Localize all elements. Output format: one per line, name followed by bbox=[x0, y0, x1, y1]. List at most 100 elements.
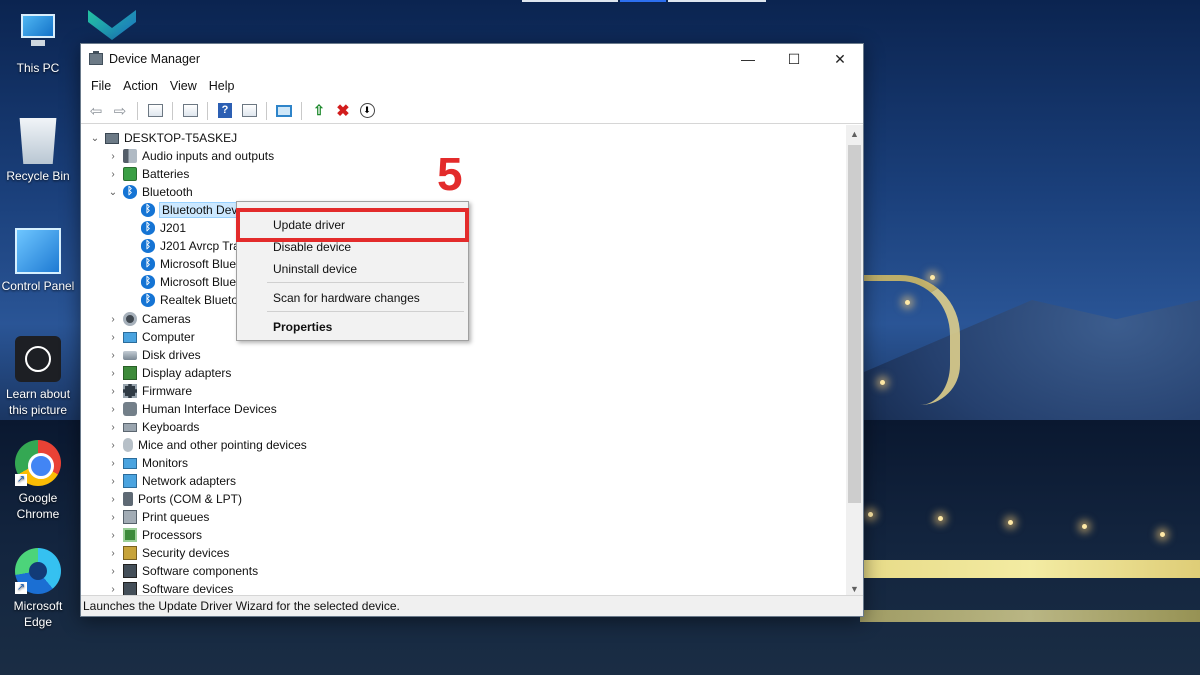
desktop-icon-recycle-bin[interactable]: Recycle Bin bbox=[0, 118, 76, 184]
close-button[interactable]: ✕ bbox=[817, 44, 863, 74]
chrome-icon: ↗ bbox=[15, 440, 61, 486]
scan-hardware-button[interactable] bbox=[273, 101, 295, 121]
tree-category[interactable]: › Print queues bbox=[107, 508, 209, 526]
tree-category[interactable]: › Processors bbox=[107, 526, 202, 544]
street-lamp bbox=[938, 516, 943, 521]
tree-root-label: DESKTOP-T5ASKEJ bbox=[124, 131, 238, 145]
bluetooth-icon: ᛒ bbox=[141, 203, 155, 217]
desktop-icon-microsoft-edge[interactable]: ↗ Microsoft Edge bbox=[0, 548, 76, 630]
computer-icon bbox=[105, 132, 119, 144]
chevron-right-icon[interactable]: › bbox=[107, 512, 119, 523]
desktop-icon-this-pc[interactable]: This PC bbox=[0, 10, 76, 76]
toolbar: ⇦ ⇨ ? ⇧ ✖ ⬇ bbox=[81, 98, 863, 124]
device-manager-icon bbox=[89, 51, 103, 65]
help-icon: ? bbox=[218, 103, 232, 118]
disable-button[interactable]: ⬇ bbox=[356, 101, 378, 121]
desktop-icon-learn-about-picture[interactable]: Learn about this picture bbox=[0, 336, 76, 418]
properties-button[interactable] bbox=[179, 101, 201, 121]
tree-category[interactable]: › Software components bbox=[107, 562, 258, 580]
desktop-icon-google-chrome[interactable]: ↗ Google Chrome bbox=[0, 440, 76, 522]
chevron-right-icon[interactable]: › bbox=[107, 169, 119, 180]
chevron-right-icon[interactable]: › bbox=[107, 566, 119, 577]
tree-category[interactable]: › Computer bbox=[107, 328, 194, 346]
forward-arrow-icon[interactable]: ⇨ bbox=[109, 101, 131, 121]
tree-category[interactable]: › Firmware bbox=[107, 382, 192, 400]
back-arrow-icon[interactable]: ⇦ bbox=[85, 101, 107, 121]
tree-category[interactable]: › Display adapters bbox=[107, 364, 231, 382]
chevron-down-icon[interactable]: ⌄ bbox=[107, 187, 119, 198]
chevron-down-icon[interactable]: ⌄ bbox=[89, 133, 101, 144]
tree-category[interactable]: › Security devices bbox=[107, 544, 229, 562]
category-label: Keyboards bbox=[142, 420, 200, 434]
chevron-right-icon[interactable]: › bbox=[107, 151, 119, 162]
category-label: Firmware bbox=[142, 384, 192, 398]
menu-help[interactable]: Help bbox=[203, 79, 241, 93]
category-label: Cameras bbox=[142, 312, 191, 326]
uninstall-button[interactable]: ✖ bbox=[332, 101, 354, 121]
chevron-right-icon[interactable]: › bbox=[107, 530, 119, 541]
tree-root[interactable]: ⌄ DESKTOP-T5ASKEJ bbox=[89, 129, 237, 147]
menu-item-scan-hardware[interactable]: Scan for hardware changes bbox=[237, 287, 468, 309]
bluetooth-icon: ᛒ bbox=[141, 257, 155, 271]
menu-item-properties[interactable]: Properties bbox=[237, 316, 468, 338]
show-hide-tree-button[interactable] bbox=[144, 101, 166, 121]
tree-category[interactable]: › Keyboards bbox=[107, 418, 199, 436]
tree-category[interactable]: › Disk drives bbox=[107, 346, 201, 364]
help-button[interactable]: ? bbox=[214, 101, 236, 121]
tree-category[interactable]: › Human Interface Devices bbox=[107, 400, 277, 418]
chevron-right-icon[interactable]: › bbox=[107, 386, 119, 397]
menu-item-uninstall-device[interactable]: Uninstall device bbox=[237, 258, 468, 280]
menu-action[interactable]: Action bbox=[117, 79, 164, 93]
chevron-right-icon[interactable]: › bbox=[107, 368, 119, 379]
tree-category-bluetooth[interactable]: ⌄ ᛒ Bluetooth bbox=[107, 183, 193, 201]
chevron-right-icon[interactable]: › bbox=[107, 440, 119, 451]
maximize-button[interactable]: ☐ bbox=[771, 44, 817, 74]
menu-separator bbox=[267, 282, 464, 283]
scrollbar-thumb[interactable] bbox=[848, 145, 861, 503]
chevron-right-icon[interactable]: › bbox=[107, 314, 119, 325]
chevron-right-icon[interactable]: › bbox=[107, 422, 119, 433]
minimize-button[interactable]: — bbox=[725, 44, 771, 74]
tree-category[interactable]: › Batteries bbox=[107, 165, 189, 183]
vertical-scrollbar[interactable]: ▲ ▼ bbox=[846, 125, 863, 597]
category-label: Disk drives bbox=[142, 348, 201, 362]
category-label: Software components bbox=[142, 564, 259, 578]
tree-category[interactable]: › Cameras bbox=[107, 310, 191, 328]
title-bar[interactable]: Device Manager — ☐ ✕ bbox=[81, 44, 863, 74]
category-label: Processors bbox=[142, 528, 203, 542]
chevron-right-icon[interactable]: › bbox=[107, 332, 119, 343]
tree-category[interactable]: › Ports (COM & LPT) bbox=[107, 490, 242, 508]
chevron-right-icon[interactable]: › bbox=[107, 350, 119, 361]
chevron-right-icon[interactable]: › bbox=[107, 584, 119, 595]
menu-separator bbox=[267, 311, 464, 312]
tree-category[interactable]: › Mice and other pointing devices bbox=[107, 436, 307, 454]
chevron-right-icon[interactable]: › bbox=[107, 458, 119, 469]
desktop-icon-label: Microsoft Edge bbox=[13, 599, 63, 629]
chevron-right-icon[interactable]: › bbox=[107, 494, 119, 505]
recycle-bin-icon bbox=[19, 118, 57, 164]
tree-category[interactable]: › Monitors bbox=[107, 454, 188, 472]
menu-file[interactable]: File bbox=[85, 79, 117, 93]
properties-icon bbox=[182, 104, 198, 117]
tree-category[interactable]: › Audio inputs and outputs bbox=[107, 147, 274, 165]
monitor-icon bbox=[123, 331, 137, 343]
control-panel-icon bbox=[15, 228, 61, 274]
tree-device[interactable]: ᛒ J201 bbox=[137, 219, 186, 237]
window-title: Device Manager bbox=[109, 52, 201, 66]
bluetooth-icon: ᛒ bbox=[141, 239, 155, 253]
chevron-right-icon[interactable]: › bbox=[107, 548, 119, 559]
scroll-up-icon[interactable]: ▲ bbox=[846, 125, 863, 142]
update-driver-icon: ⇧ bbox=[313, 102, 325, 118]
action-pane-button[interactable] bbox=[238, 101, 260, 121]
chevron-right-icon[interactable]: › bbox=[107, 404, 119, 415]
desktop-icon-control-panel[interactable]: Control Panel bbox=[0, 228, 76, 294]
bluetooth-icon: ᛒ bbox=[141, 221, 155, 235]
category-label: Display adapters bbox=[142, 366, 232, 380]
menu-bar: File Action View Help bbox=[81, 74, 863, 98]
menu-view[interactable]: View bbox=[164, 79, 203, 93]
tree-category[interactable]: › Network adapters bbox=[107, 472, 236, 490]
chevron-right-icon[interactable]: › bbox=[107, 476, 119, 487]
update-driver-button[interactable]: ⇧ bbox=[308, 101, 330, 121]
bluetooth-icon: ᛒ bbox=[141, 293, 155, 307]
category-label: Human Interface Devices bbox=[142, 402, 277, 416]
